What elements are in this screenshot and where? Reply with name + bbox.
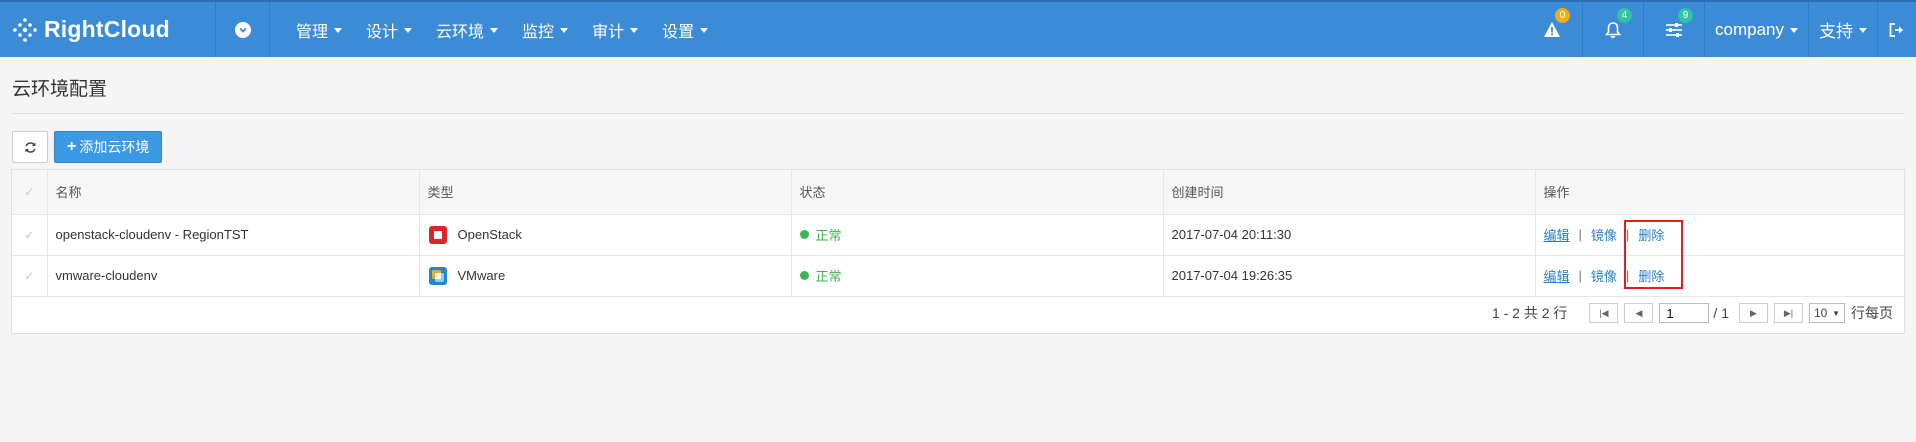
menu-item-monitor[interactable]: 监控 — [510, 2, 580, 57]
last-page-icon: ▶| — [1783, 307, 1794, 318]
logout-icon — [1889, 22, 1903, 37]
column-header-name[interactable]: 名称 — [47, 170, 420, 215]
check-icon: ✓ — [24, 228, 35, 242]
check-icon: ✓ — [24, 185, 35, 200]
menu-item-settings[interactable]: 设置 — [650, 2, 720, 57]
select-all-checkbox[interactable]: ✓ — [12, 170, 48, 215]
tasks-button[interactable]: 9 — [1643, 2, 1704, 57]
menu-toggle-button[interactable] — [216, 2, 270, 57]
cell-type: VMware — [419, 255, 792, 297]
status-dot-icon — [799, 230, 809, 239]
caret-down-icon — [490, 28, 499, 33]
cell-type: OpenStack — [419, 214, 792, 256]
column-header-type[interactable]: 类型 — [419, 170, 792, 215]
cell-name: openstack-cloudenv - RegionTST — [47, 214, 420, 256]
table-row[interactable]: ✓ openstack-cloudenv - RegionTST OpenSta… — [12, 214, 1904, 256]
vmware-icon — [428, 266, 447, 285]
cell-status: 正常 — [791, 255, 1164, 297]
page-total: / 1 — [1713, 305, 1729, 321]
next-page-button[interactable]: ▶ — [1739, 303, 1768, 323]
row-checkbox[interactable]: ✓ — [12, 214, 48, 256]
divider — [12, 113, 1904, 114]
prev-page-icon: ◀ — [1635, 307, 1643, 318]
notifications-button[interactable]: 4 — [1582, 2, 1643, 57]
last-page-button[interactable]: ▶| — [1774, 303, 1803, 323]
bell-icon — [1605, 21, 1622, 38]
plus-icon: + — [67, 138, 77, 155]
cell-status: 正常 — [791, 214, 1164, 256]
cell-actions: 编辑 | 镜像 | 删除 — [1535, 214, 1904, 256]
status-badge: 正常 — [815, 269, 842, 284]
caret-down-icon — [334, 28, 343, 33]
navbar-right: 0 4 9 company 支持 — [1521, 2, 1916, 57]
refresh-icon — [24, 141, 36, 153]
warning-icon — [1543, 22, 1560, 37]
column-header-actions: 操作 — [1535, 170, 1904, 215]
rightcloud-logo-icon — [13, 17, 37, 42]
cell-created: 2017-07-04 20:11:30 — [1163, 214, 1536, 256]
edit-link[interactable]: 编辑 — [1544, 225, 1570, 244]
toolbar: + 添加云环境 — [12, 131, 163, 163]
column-header-created[interactable]: 创建时间 — [1163, 170, 1536, 215]
highlight-annotation — [1624, 220, 1683, 289]
image-link[interactable]: 镜像 — [1591, 225, 1617, 244]
cell-created: 2017-07-04 19:26:35 — [1163, 255, 1536, 297]
alerts-button[interactable]: 0 — [1521, 2, 1582, 57]
menu-item-design[interactable]: 设计 — [354, 2, 424, 57]
brand-name: RightCloud — [44, 16, 170, 42]
next-page-icon: ▶ — [1750, 307, 1757, 318]
per-page-label: 行每页 — [1851, 305, 1893, 321]
first-page-button[interactable]: |◀ — [1589, 303, 1619, 323]
prev-page-button[interactable]: ◀ — [1624, 303, 1654, 323]
check-icon: ✓ — [24, 269, 35, 283]
caret-down-icon — [1859, 28, 1867, 33]
page-size-select[interactable]: 10 ▼ — [1809, 303, 1845, 323]
caret-down-icon — [700, 28, 709, 33]
sliders-icon — [1666, 22, 1683, 37]
logout-button[interactable] — [1877, 2, 1916, 57]
page-number-input[interactable] — [1659, 303, 1710, 323]
brand[interactable]: RightCloud — [0, 2, 216, 57]
add-cloud-env-button[interactable]: + 添加云环境 — [54, 131, 163, 163]
separator: | — [1578, 227, 1582, 242]
tasks-badge: 9 — [1678, 8, 1694, 23]
dropdown-arrow-icon: ▼ — [1832, 308, 1840, 318]
pager-summary: 1 - 2 共 2 行 — [1491, 305, 1568, 321]
company-menu[interactable]: company — [1704, 2, 1808, 57]
caret-down-icon — [404, 28, 413, 33]
first-page-icon: |◀ — [1599, 307, 1609, 318]
row-checkbox[interactable]: ✓ — [12, 255, 48, 297]
image-link[interactable]: 镜像 — [1591, 266, 1617, 285]
edit-link[interactable]: 编辑 — [1544, 266, 1570, 285]
status-badge: 正常 — [815, 228, 842, 243]
caret-down-icon — [1790, 28, 1798, 33]
page-title: 云环境配置 — [12, 79, 108, 100]
refresh-button[interactable] — [12, 131, 48, 163]
menu-item-manage[interactable]: 管理 — [284, 2, 354, 57]
openstack-icon — [428, 225, 447, 244]
caret-down-icon — [630, 28, 639, 33]
cell-name: vmware-cloudenv — [47, 255, 420, 297]
table-header-row: ✓ 名称 类型 状态 创建时间 操作 — [12, 170, 1904, 215]
pagination: 1 - 2 共 2 行 |◀ ◀ / 1 ▶ ▶| 10▼ 行每页 — [1492, 303, 1893, 323]
alerts-badge: 0 — [1555, 8, 1571, 23]
support-menu[interactable]: 支持 — [1808, 2, 1877, 57]
menu-item-audit[interactable]: 审计 — [580, 2, 650, 57]
notifications-badge: 4 — [1617, 8, 1633, 23]
chevron-down-icon — [234, 21, 251, 38]
main-menu: 管理 设计 云环境 监控 审计 设置 — [284, 2, 720, 57]
table-row[interactable]: ✓ vmware-cloudenv VMware 正常 2017-07-04 1… — [12, 255, 1904, 297]
cell-actions: 编辑 | 镜像 | 删除 — [1535, 255, 1904, 297]
status-dot-icon — [799, 271, 809, 280]
caret-down-icon — [560, 28, 569, 33]
menu-item-cloud-env[interactable]: 云环境 — [424, 2, 510, 57]
top-navbar: RightCloud 管理 设计 云环境 监控 审计 设置 0 4 9 comp… — [0, 0, 1916, 57]
separator: | — [1578, 268, 1582, 283]
column-header-status[interactable]: 状态 — [791, 170, 1164, 215]
